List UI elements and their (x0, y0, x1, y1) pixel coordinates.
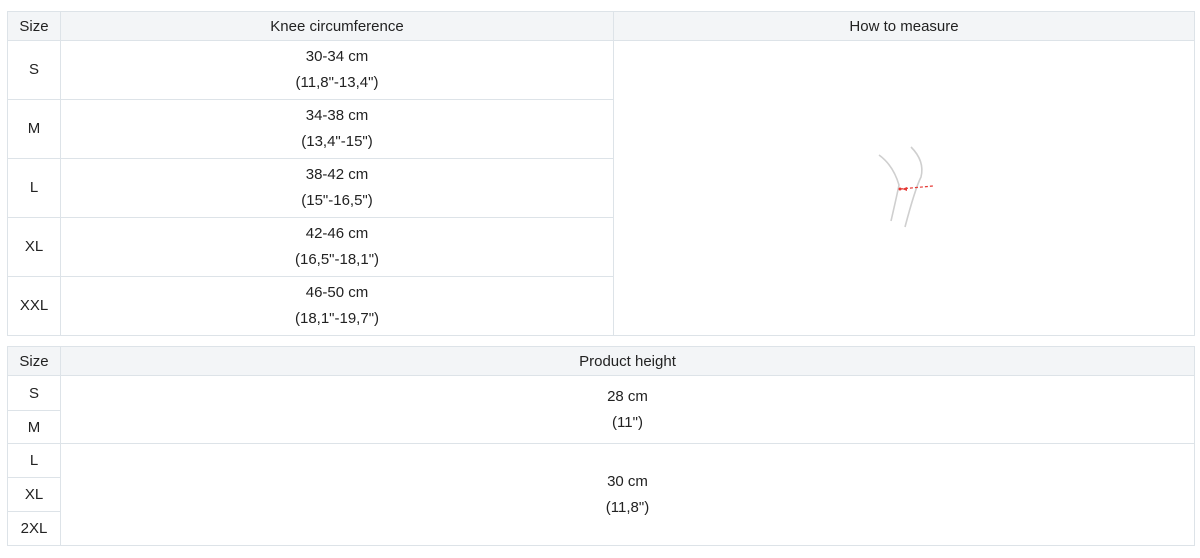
size-cell: M (7, 410, 61, 444)
height-cm: 28 cm (607, 387, 648, 405)
table-header-row: Size Knee circumference How to measure (7, 11, 1195, 41)
height-cell: 28 cm (11") (60, 375, 1195, 444)
circumference-cell: 46-50 cm (18,1"-19,7") (60, 276, 614, 336)
circumference-cm: 38-42 cm (305, 166, 369, 183)
circumference-cell: 30-34 cm (11,8"-13,4") (60, 40, 614, 100)
knee-measure-icon (878, 146, 934, 228)
size-cell: XL (7, 477, 61, 512)
circumference-cm: 30-34 cm (305, 48, 369, 65)
product-height-header: Product height (60, 346, 1195, 376)
circumference-cm: 34-38 cm (305, 107, 369, 124)
size-cell: XL (7, 217, 61, 277)
size-cell: M (7, 99, 61, 159)
product-height-table: Size Product height S 28 cm (11") M L 30… (7, 346, 1195, 546)
knee-circumference-header: Knee circumference (60, 11, 614, 41)
size-header: Size (7, 346, 61, 376)
height-cell: 30 cm (11,8") (60, 443, 1195, 546)
height-inch: (11") (612, 413, 643, 431)
how-to-measure-cell (613, 40, 1195, 336)
size-cell: S (7, 40, 61, 100)
circumference-inch: (11,8"-13,4") (295, 74, 379, 91)
size-cell: XXL (7, 276, 61, 336)
table-header-row: Size Product height (7, 346, 1195, 376)
circumference-inch: (18,1"-19,7") (294, 310, 380, 327)
circumference-cell: 38-42 cm (15"-16,5") (60, 158, 614, 218)
circumference-inch: (16,5"-18,1") (294, 251, 380, 268)
knee-circumference-table: Size Knee circumference How to measure S… (7, 11, 1195, 336)
circumference-cm: 46-50 cm (305, 284, 369, 301)
how-to-measure-header: How to measure (613, 11, 1195, 41)
table-row: S 28 cm (11") (7, 375, 1195, 444)
table-row: S 30-34 cm (11,8"-13,4") (7, 40, 1195, 336)
height-inch: (11,8") (605, 498, 650, 516)
height-cm: 30 cm (607, 472, 648, 490)
size-header: Size (7, 11, 61, 41)
circumference-inch: (15"-16,5") (301, 192, 373, 209)
size-cell: L (7, 158, 61, 218)
size-cell: L (7, 443, 61, 478)
table-row: L 30 cm (11,8") (7, 443, 1195, 546)
circumference-inch: (13,4"-15") (301, 133, 373, 150)
size-cell: S (7, 375, 61, 411)
circumference-cell: 42-46 cm (16,5"-18,1") (60, 217, 614, 277)
size-cell: 2XL (7, 511, 61, 546)
circumference-cell: 34-38 cm (13,4"-15") (60, 99, 614, 159)
circumference-cm: 42-46 cm (305, 225, 369, 242)
